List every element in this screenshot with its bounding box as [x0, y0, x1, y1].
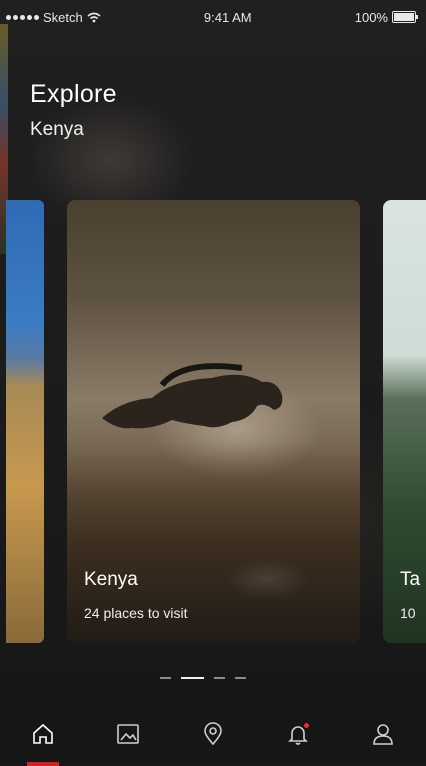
status-bar: Sketch 9:41 AM 100%: [0, 0, 426, 34]
location-pin-icon: [204, 722, 222, 746]
tab-notifications[interactable]: [278, 714, 318, 754]
page-title: Explore: [30, 80, 117, 108]
battery-percent: 100%: [354, 9, 388, 25]
tab-location[interactable]: [193, 714, 233, 754]
status-right: 100%: [354, 9, 418, 25]
home-icon: [32, 723, 53, 744]
battery-icon: [391, 11, 418, 23]
card-title: Kenya: [84, 569, 138, 590]
active-tab-indicator: [26, 762, 59, 766]
page-indicator: [160, 677, 246, 679]
profile-icon: [373, 724, 394, 745]
destination-card-kenya[interactable]: Kenya 24 places to visit: [67, 200, 360, 643]
tab-home[interactable]: [23, 714, 63, 766]
clock: 9:41 AM: [203, 9, 252, 25]
gallery-icon: [116, 724, 139, 744]
page-heading: Explore Kenya: [30, 80, 117, 141]
card-subtitle: 24 places to visit: [84, 605, 188, 621]
tab-profile[interactable]: [363, 714, 403, 754]
card-subtitle-next: 10: [400, 605, 416, 621]
page-dot[interactable]: [235, 677, 246, 679]
bottom-tab-bar: [0, 703, 426, 766]
wildebeest-image: [102, 363, 283, 429]
page-dot-active[interactable]: [181, 677, 204, 679]
card-title-next: Ta: [400, 569, 421, 590]
carrier-label: Sketch: [43, 9, 83, 25]
destination-card-next[interactable]: Ta 10: [383, 200, 426, 643]
destination-card-previous[interactable]: [6, 200, 44, 643]
page-dot[interactable]: [160, 677, 171, 679]
signal-dots-icon: [6, 14, 39, 20]
status-left: Sketch: [6, 10, 101, 25]
page-dot[interactable]: [214, 677, 225, 679]
wifi-icon: [87, 12, 101, 22]
page-subtitle: Kenya: [30, 119, 84, 140]
tab-gallery[interactable]: [108, 714, 148, 754]
